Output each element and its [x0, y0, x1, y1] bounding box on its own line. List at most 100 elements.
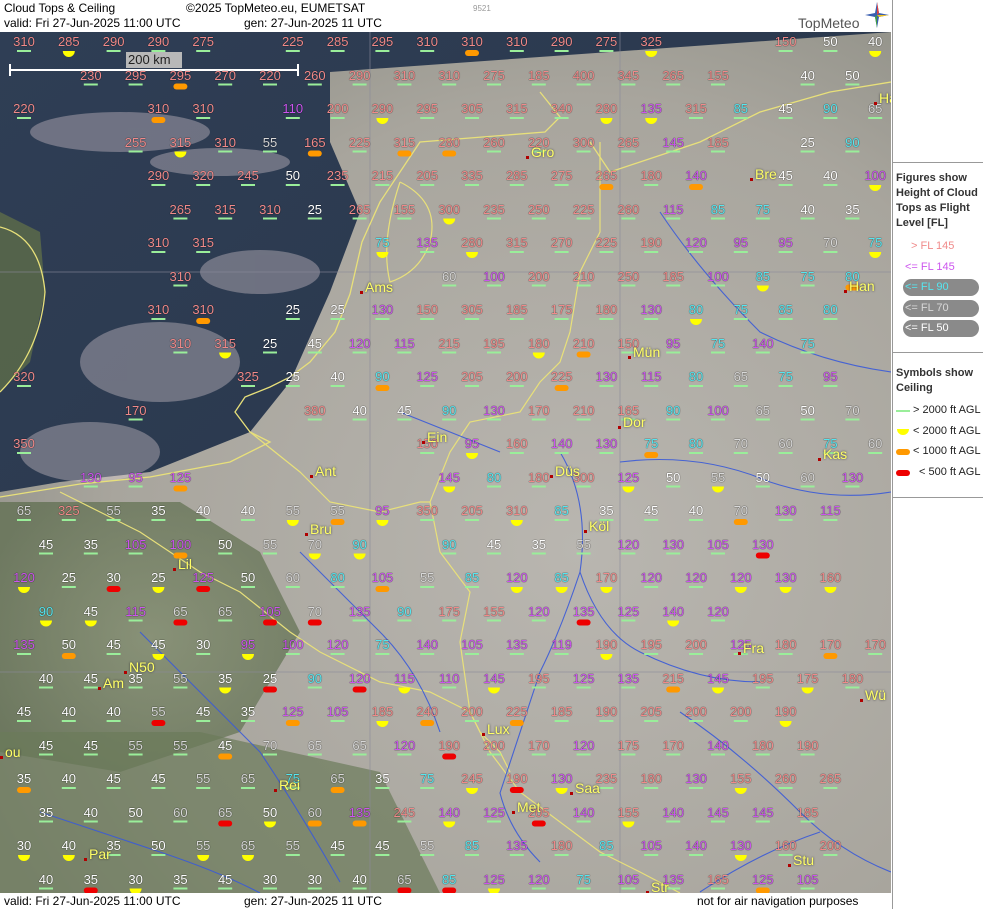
cloud-top-value: 215 — [371, 168, 394, 183]
ceiling-symbol-below-500 — [263, 686, 277, 693]
cloud-top-value: 45 — [151, 637, 166, 652]
cloud-top-value: 40 — [38, 871, 54, 887]
cloud-top-value: 95 — [375, 503, 390, 518]
cloud-top-value: 40 — [800, 201, 815, 217]
cloud-top-value: 300 — [438, 201, 461, 217]
ceiling-symbol-below-2000 — [510, 587, 523, 593]
cloud-top-value: 190 — [796, 737, 819, 753]
cloud-top-value: 270 — [214, 67, 237, 83]
city-label: Gro — [531, 144, 555, 160]
cloud-top-value: 125 — [416, 369, 439, 384]
cloud-top-value: 125 — [281, 704, 304, 719]
cloud-top-value: 45 — [151, 771, 166, 786]
legend-symbol-item: > 2000 ft AGL — [913, 404, 981, 416]
cloud-top-value: 295 — [169, 67, 192, 83]
cloud-top-value: 30 — [307, 871, 323, 887]
cloud-top-value: 40 — [83, 804, 99, 820]
cloud-top-value: 115 — [820, 503, 841, 518]
cloud-top-value: 195 — [483, 335, 505, 351]
cloud-top-value: 90 — [352, 536, 367, 552]
city-label: Lil — [178, 556, 193, 572]
cloud-top-value: 130 — [685, 771, 707, 786]
cloud-top-value: 315 — [505, 101, 528, 116]
ceiling-symbol-below-1000 — [397, 150, 412, 157]
ceiling-symbol-below-2000 — [622, 486, 635, 493]
cloud-top-value: 285 — [326, 34, 349, 49]
cloud-top-value: 25 — [285, 369, 301, 384]
ceiling-symbol-below-2000 — [869, 185, 882, 191]
copyright: ©2025 TopMeteo.eu, EUMETSAT — [186, 1, 366, 15]
cloud-top-value: 240 — [416, 704, 439, 719]
cloud-top-value: 245 — [393, 804, 416, 820]
cloud-top-value: 275 — [483, 67, 505, 83]
cloud-top-value: 315 — [214, 201, 237, 217]
cloud-top-value: 40 — [38, 670, 54, 686]
cloud-top-value: 65 — [16, 503, 32, 518]
cloud-top-value: 50 — [665, 469, 681, 485]
cloud-top-value: 25 — [151, 570, 166, 585]
cloud-top-value: 45 — [217, 871, 233, 887]
city-label: Ams — [365, 279, 393, 295]
compass-logo-icon — [865, 2, 889, 28]
cloud-top-value: 35 — [83, 871, 99, 887]
cloud-top-value: 275 — [550, 168, 573, 183]
cloud-top-value: 50 — [262, 804, 278, 820]
ceiling-symbol-below-500 — [196, 586, 211, 592]
cloud-top-value: 295 — [416, 101, 439, 116]
cloud-top-value: 65 — [397, 871, 412, 887]
city-label: Kas — [823, 446, 848, 462]
cloud-top-value: 155 — [617, 804, 640, 820]
cloud-top-value: 310 — [461, 34, 483, 49]
cloud-top-value: 120 — [527, 871, 550, 887]
legend-panel: Figures show Height of Cloud Tops as Fli… — [892, 0, 983, 909]
city-marker — [98, 687, 101, 690]
cloud-top-value: 140 — [438, 804, 461, 820]
cloud-top-value: 290 — [147, 34, 170, 49]
cloud-top-value: 35 — [16, 771, 32, 786]
ceiling-symbol-below-2000 — [690, 319, 702, 325]
cloud-top-value: 115 — [640, 369, 662, 384]
city-marker — [274, 789, 277, 792]
cloud-top-value: 55 — [330, 503, 345, 518]
cloud-top-value: 85 — [599, 838, 614, 853]
city-marker — [512, 811, 515, 814]
cloud-top-value: 105 — [461, 637, 483, 652]
cloud-top-value: 30 — [262, 871, 278, 887]
cloud-top-value: 310 — [192, 101, 215, 116]
cloud-top-value: 75 — [778, 369, 793, 384]
satellite-map[interactable]: 200 km 310 285 290 290 275 225 285 295 310 310 310… — [0, 32, 891, 893]
cloud-top-value: 35 — [845, 201, 860, 217]
cloud-top-value: 85 — [441, 871, 457, 887]
cloud-top-value: 120 — [685, 570, 707, 585]
city-label: ou — [5, 744, 21, 760]
city-label: Par — [89, 846, 111, 862]
cloud-top-value: 45 — [38, 737, 54, 753]
cloud-top-value: 305 — [461, 302, 483, 317]
cloud-top-value: 120 — [348, 670, 371, 686]
ceiling-symbol-below-1000 — [173, 485, 188, 492]
cloud-top-value: 90 — [307, 670, 323, 686]
city-label: Str — [651, 879, 669, 893]
cloud-top-value: 120 — [685, 235, 707, 250]
cloud-top-value: 125 — [169, 469, 192, 485]
ceiling-symbol-below-2000 — [174, 151, 187, 158]
cloud-top-value: 110 — [438, 670, 460, 686]
cloud-top-value: 65 — [330, 771, 345, 786]
city-marker — [305, 533, 308, 536]
cloud-top-value: 215 — [438, 335, 461, 351]
ceiling-symbol-below-2000 — [40, 620, 52, 627]
cloud-top-value: 50 — [845, 67, 860, 83]
cloud-top-value: 85 — [464, 570, 480, 585]
cloud-top-value: 90 — [441, 536, 457, 552]
cloud-top-value: 85 — [755, 268, 771, 284]
cloud-top-value: 45 — [643, 503, 659, 518]
city-label: Köl — [589, 518, 610, 534]
cloud-top-value: 220 — [13, 101, 35, 116]
ceiling-symbol-below-1000 — [823, 653, 838, 659]
cloud-top-value: 60 — [778, 436, 793, 451]
cloud-top-value: 120 — [729, 570, 752, 585]
city-marker — [874, 102, 877, 105]
city-label: Ein — [427, 429, 448, 445]
cloud-top-value: 100 — [281, 637, 304, 652]
cloud-top-value: 315 — [505, 235, 528, 250]
